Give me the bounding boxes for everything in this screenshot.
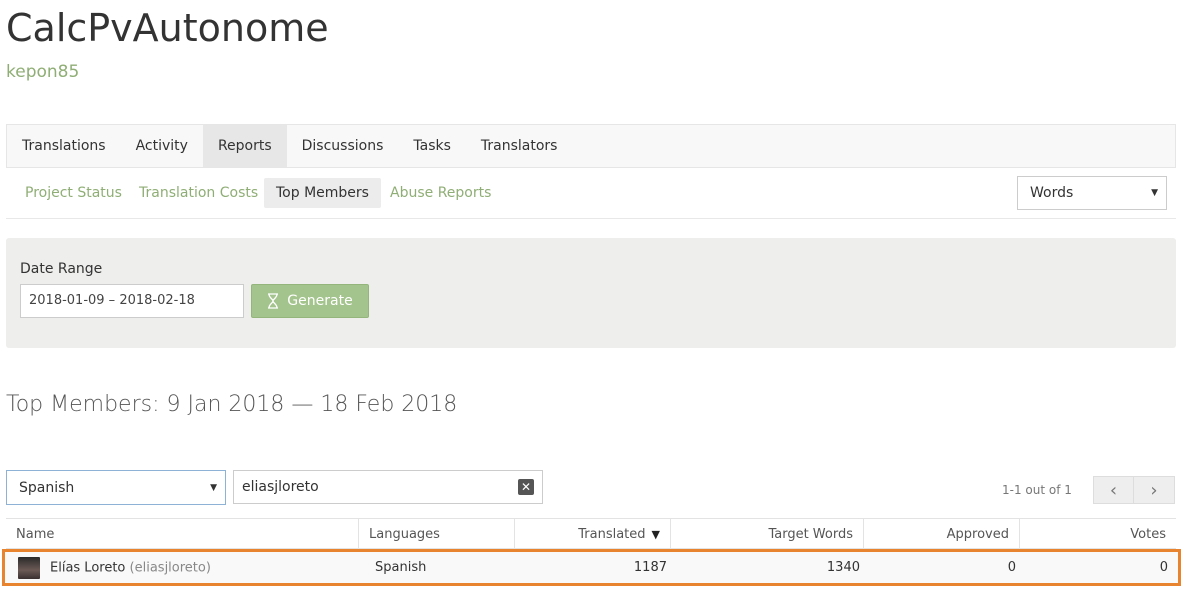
pagination-controls: ‹ › <box>1093 476 1176 504</box>
member-votes-cell: 0 <box>1159 560 1168 575</box>
column-header-target-words[interactable]: Target Words <box>671 519 864 548</box>
column-header-votes[interactable]: Votes <box>1020 519 1176 548</box>
member-translated-cell: 1187 <box>633 560 667 575</box>
main-tabs: Translations Activity Reports Discussion… <box>6 124 1176 168</box>
chevron-down-icon: ▼ <box>210 482 217 493</box>
member-languages-cell: Spanish <box>375 560 427 575</box>
report-heading: Top Members: 9 Jan 2018 — 18 Feb 2018 <box>6 392 458 417</box>
metric-select[interactable]: Words ▼ <box>1017 176 1167 210</box>
tab-activity[interactable]: Activity <box>121 125 203 167</box>
subtab-project-status[interactable]: Project Status <box>13 178 134 208</box>
date-range-panel: Date Range 2018-01-09 – 2018-02-18 Gener… <box>6 238 1176 348</box>
pagination-info: 1-1 out of 1 <box>1002 483 1072 497</box>
clear-search-icon[interactable]: ✕ <box>518 479 534 495</box>
column-header-languages[interactable]: Languages <box>359 519 515 548</box>
date-range-label: Date Range <box>20 261 103 277</box>
chevron-right-icon: › <box>1150 479 1158 501</box>
top-members-table: Name Languages Translated ▼ Target Words … <box>2 518 1181 586</box>
tab-translations[interactable]: Translations <box>7 125 121 167</box>
tab-discussions[interactable]: Discussions <box>287 125 399 167</box>
member-approved-cell: 0 <box>1007 560 1016 575</box>
member-search-input[interactable]: eliasjloreto ✕ <box>233 470 543 504</box>
member-name-cell: Elías Loreto (eliasjloreto) <box>5 556 365 579</box>
column-header-name[interactable]: Name <box>6 519 359 548</box>
table-header: Name Languages Translated ▼ Target Words … <box>6 518 1176 549</box>
generate-label: Generate <box>287 293 353 309</box>
member-name[interactable]: Elías Loreto <box>50 560 125 575</box>
column-header-approved[interactable]: Approved <box>864 519 1020 548</box>
tab-tasks[interactable]: Tasks <box>398 125 466 167</box>
member-target-words-cell: 1340 <box>826 560 860 575</box>
translated-header-label: Translated <box>578 527 646 542</box>
member-search-value: eliasjloreto <box>242 479 319 495</box>
avatar <box>18 556 40 579</box>
reports-subnav: Project Status Translation Costs Top Mem… <box>6 168 1176 219</box>
project-owner-link[interactable]: kepon85 <box>6 62 79 82</box>
member-username: (eliasjloreto) <box>129 560 211 575</box>
generate-button[interactable]: Generate <box>251 284 369 318</box>
next-page-button[interactable]: › <box>1134 476 1175 504</box>
table-row[interactable]: Elías Loreto (eliasjloreto) Spanish 1187… <box>2 549 1181 586</box>
subtab-top-members[interactable]: Top Members <box>264 178 381 208</box>
tab-reports[interactable]: Reports <box>202 125 287 167</box>
subtab-translation-costs[interactable]: Translation Costs <box>127 178 270 208</box>
language-filter-select[interactable]: Spanish ▼ <box>6 470 226 505</box>
subtab-abuse-reports[interactable]: Abuse Reports <box>378 178 503 208</box>
tab-translators[interactable]: Translators <box>466 125 573 167</box>
metric-select-value: Words <box>1030 185 1074 201</box>
date-range-input[interactable]: 2018-01-09 – 2018-02-18 <box>20 284 244 318</box>
sort-desc-icon: ▼ <box>651 528 660 541</box>
column-header-translated[interactable]: Translated ▼ <box>515 519 671 548</box>
prev-page-button[interactable]: ‹ <box>1093 476 1134 504</box>
hourglass-icon <box>268 293 279 309</box>
project-title: CalcPvAutonome <box>6 6 329 50</box>
language-filter-value: Spanish <box>19 479 75 496</box>
chevron-left-icon: ‹ <box>1109 479 1118 501</box>
chevron-down-icon: ▼ <box>1151 188 1158 198</box>
